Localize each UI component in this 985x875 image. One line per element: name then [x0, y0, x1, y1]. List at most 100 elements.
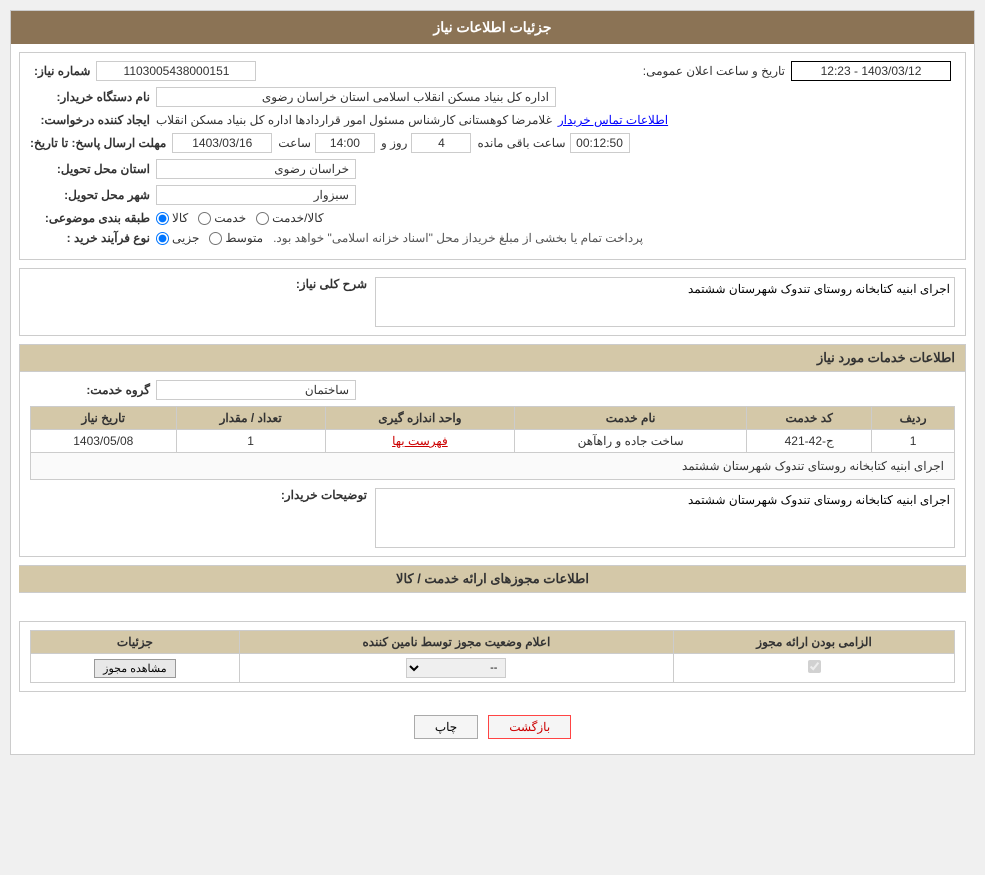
cell-service-code: ج-42-421: [747, 430, 872, 453]
need-desc-textarea[interactable]: [375, 277, 955, 327]
services-table-body: 1 ج-42-421 ساخت جاده و راهآهن فهرست بها …: [31, 430, 955, 480]
deadline-label: مهلت ارسال پاسخ: تا تاریخ:: [30, 136, 166, 150]
buyer-org-row: اداره کل بنیاد مسکن انقلاب اسلامی استان …: [30, 87, 955, 107]
permit-details-cell: مشاهده مجوز: [31, 654, 240, 683]
view-permit-button[interactable]: مشاهده مجوز: [94, 659, 175, 678]
days-group: 4 روز و: [381, 133, 472, 153]
delivery-province-value: خراسان رضوی: [156, 159, 356, 179]
table-desc-row: اجرای ابنیه کتابخانه روستای تندوک شهرستا…: [31, 453, 955, 480]
buyer-desc-row: توضیحات خریدار:: [30, 488, 955, 548]
need-number-value: 1103005438000151: [96, 61, 256, 81]
main-container: جزئیات اطلاعات نیاز 1403/03/12 - 12:23 ت…: [10, 10, 975, 755]
buyer-org-value: اداره کل بنیاد مسکن انقلاب اسلامی استان …: [156, 87, 556, 107]
permit-required-checkbox[interactable]: [808, 660, 821, 673]
permits-section-divider: اطلاعات مجوزهای ارائه خدمت / کالا: [19, 565, 966, 593]
radio-kala-label: کالا: [172, 211, 188, 225]
permits-body: الزامی بودن ارائه مجوز اعلام وضعیت مجوز …: [20, 622, 965, 691]
permits-section: الزامی بودن ارائه مجوز اعلام وضعیت مجوز …: [19, 621, 966, 692]
datetime-block: 1403/03/12 - 12:23 تاریخ و ساعت اعلان عم…: [643, 61, 951, 81]
general-info-body: 1403/03/12 - 12:23 تاریخ و ساعت اعلان عم…: [20, 53, 965, 259]
deadline-remaining-value: 00:12:50: [570, 133, 630, 153]
radio-both-input[interactable]: [256, 212, 269, 225]
general-info-section: 1403/03/12 - 12:23 تاریخ و ساعت اعلان عم…: [19, 52, 966, 260]
need-desc-body: شرح کلی نیاز:: [20, 269, 965, 335]
col-quantity: تعداد / مقدار: [176, 407, 325, 430]
row-description: اجرای ابنیه کتابخانه روستای تندوک شهرستا…: [31, 453, 955, 480]
radio-partial-label: جزیی: [172, 231, 199, 245]
delivery-province-label: استان محل تحویل:: [30, 162, 150, 176]
cell-row-num: 1: [872, 430, 955, 453]
cell-quantity: 1: [176, 430, 325, 453]
classification-radios: کالا/خدمت خدمت کالا: [156, 211, 324, 225]
announcement-datetime-label: تاریخ و ساعت اعلان عمومی:: [643, 64, 785, 78]
col-row-num: ردیف: [872, 407, 955, 430]
cell-need-date: 1403/05/08: [31, 430, 177, 453]
services-section: اطلاعات خدمات مورد نیاز ساختمان گروه خدم…: [19, 344, 966, 557]
radio-kala: کالا: [156, 211, 188, 225]
buyer-desc-label: توضیحات خریدار:: [281, 488, 367, 502]
buyer-org-label: نام دستگاه خریدار:: [30, 90, 150, 104]
radio-both: کالا/خدمت: [256, 211, 323, 225]
table-row: 1 ج-42-421 ساخت جاده و راهآهن فهرست بها …: [31, 430, 955, 453]
services-table-header-row: ردیف کد خدمت نام خدمت واحد اندازه گیری ت…: [31, 407, 955, 430]
province-row: خراسان رضوی استان محل تحویل:: [30, 159, 955, 179]
col-service-name: نام خدمت: [515, 407, 747, 430]
cell-service-name: ساخت جاده و راهآهن: [515, 430, 747, 453]
permit-status-cell: --: [239, 654, 673, 683]
need-number-label: شماره نیاز:: [34, 64, 90, 78]
city-row: سبزوار شهر محل تحویل:: [30, 185, 955, 205]
deadline-row: 00:12:50 ساعت باقی مانده 4 روز و 14:00 س…: [30, 133, 955, 153]
need-desc-label: شرح کلی نیاز:: [296, 277, 367, 291]
page-wrapper: جزئیات اطلاعات نیاز 1403/03/12 - 12:23 ت…: [0, 0, 985, 875]
need-number-block: 1103005438000151 شماره نیاز:: [34, 61, 256, 81]
print-button[interactable]: چاپ: [414, 715, 478, 739]
cell-unit: فهرست بها: [325, 430, 514, 453]
services-table-header: ردیف کد خدمت نام خدمت واحد اندازه گیری ت…: [31, 407, 955, 430]
permits-col-details: جزئیات: [31, 631, 240, 654]
radio-partial: جزیی: [156, 231, 199, 245]
delivery-city-label: شهر محل تحویل:: [30, 188, 150, 202]
bottom-buttons: بازگشت چاپ: [11, 700, 974, 754]
deadline-date-value: 1403/03/16: [172, 133, 272, 153]
permits-table-header: الزامی بودن ارائه مجوز اعلام وضعیت مجوز …: [31, 631, 955, 654]
purchase-type-radios: پرداخت تمام یا بخشی از مبلغ خریداز محل "…: [156, 231, 643, 245]
announcement-datetime-value: 1403/03/12 - 12:23: [791, 61, 951, 81]
deadline-days-value: 4: [411, 133, 471, 153]
requester-row: اطلاعات تماس خریدار غلامرضا کوهستانی کار…: [30, 113, 955, 127]
permits-col-required: الزامی بودن ارائه مجوز: [674, 631, 955, 654]
service-group-value: ساختمان: [156, 380, 356, 400]
time-group: 14:00 ساعت: [278, 133, 375, 153]
permit-row: -- مشاهده مجوز: [31, 654, 955, 683]
radio-service: خدمت: [198, 211, 246, 225]
radio-kala-input[interactable]: [156, 212, 169, 225]
unit-link[interactable]: فهرست بها: [392, 434, 448, 448]
permits-table-body: -- مشاهده مجوز: [31, 654, 955, 683]
services-table: ردیف کد خدمت نام خدمت واحد اندازه گیری ت…: [30, 406, 955, 480]
requester-link[interactable]: اطلاعات تماس خریدار: [558, 113, 668, 127]
need-desc-section: شرح کلی نیاز: document.querySelector('[d…: [19, 268, 966, 336]
permit-status-select[interactable]: --: [406, 658, 506, 678]
permits-col-status: اعلام وضعیت مجوز توسط نامین کننده: [239, 631, 673, 654]
requester-name: غلامرضا کوهستانی کارشناس مسئول امور قرار…: [156, 113, 552, 127]
delivery-city-value: سبزوار: [156, 185, 356, 205]
service-group-row: ساختمان گروه خدمت:: [30, 380, 955, 400]
back-button[interactable]: بازگشت: [488, 715, 571, 739]
radio-service-input[interactable]: [198, 212, 211, 225]
permits-table: الزامی بودن ارائه مجوز اعلام وضعیت مجوز …: [30, 630, 955, 683]
purchase-desc: پرداخت تمام یا بخشی از مبلغ خریداز محل "…: [273, 231, 643, 245]
col-need-date: تاریخ نیاز: [31, 407, 177, 430]
remaining-group: 00:12:50 ساعت باقی مانده: [477, 133, 629, 153]
radio-medium: متوسط: [209, 231, 263, 245]
requester-label: ایجاد کننده درخواست:: [30, 113, 150, 127]
deadline-time-label: ساعت: [278, 136, 311, 150]
buyer-desc-textarea[interactable]: [375, 488, 955, 548]
purchase-type-label: نوع فرآیند خرید :: [30, 231, 150, 245]
radio-partial-input[interactable]: [156, 232, 169, 245]
services-header: اطلاعات خدمات مورد نیاز: [20, 345, 965, 372]
col-unit: واحد اندازه گیری: [325, 407, 514, 430]
services-body: ساختمان گروه خدمت: ردیف کد خدمت نام خدمت…: [20, 372, 965, 556]
radio-both-label: کالا/خدمت: [272, 211, 323, 225]
permit-required-cell: [674, 654, 955, 683]
spacer: [11, 593, 974, 613]
radio-medium-input[interactable]: [209, 232, 222, 245]
